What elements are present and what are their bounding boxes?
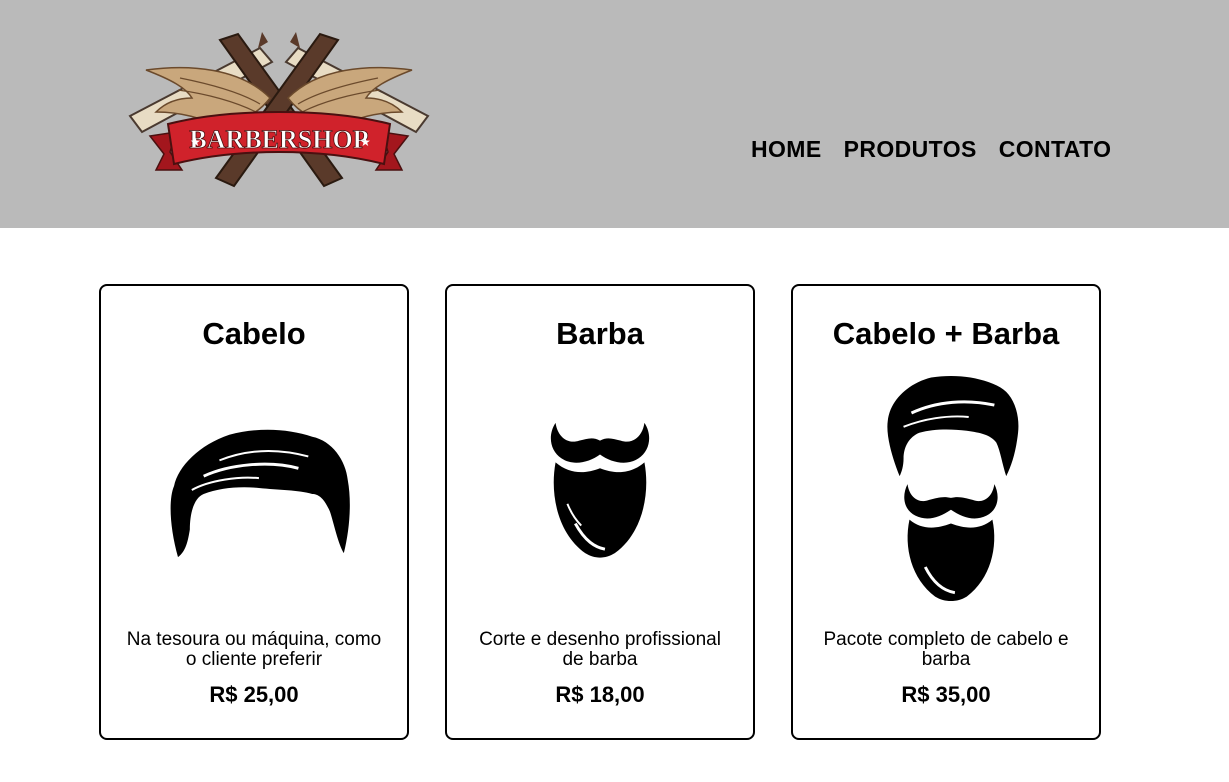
nav-contato-link[interactable]: CONTATO (988, 136, 1123, 163)
product-description: Corte e desenho profissional de barba (479, 629, 721, 670)
product-price: R$ 35,00 (901, 682, 991, 707)
hair-and-beard-icon (887, 375, 1019, 602)
product-title: Cabelo + Barba (832, 316, 1060, 351)
svg-text:★: ★ (190, 135, 201, 149)
nav-home-link[interactable]: HOME (740, 136, 833, 163)
product-description: Na tesoura ou máquina, como o cliente pr… (126, 629, 382, 670)
site-header: BARBERSHOP ★ ★ HOME PRODUTOS CONTATO (0, 0, 1229, 228)
beard-icon (550, 422, 650, 558)
main-nav: HOME PRODUTOS CONTATO (740, 136, 1122, 163)
product-title: Barba (556, 316, 644, 351)
logo-text: BARBERSHOP (189, 125, 368, 154)
svg-text:★: ★ (360, 135, 371, 149)
product-description: Pacote completo de cabelo e barba (823, 629, 1069, 670)
product-price: R$ 25,00 (209, 682, 299, 707)
product-price: R$ 18,00 (555, 682, 645, 707)
product-title: Cabelo (202, 316, 306, 351)
hair-icon (170, 429, 350, 558)
nav-produtos-link[interactable]: PRODUTOS (833, 136, 988, 163)
product-card-cabelo-barba[interactable]: Cabelo + Barba Pacote completo de cabelo… (791, 284, 1101, 740)
barbershop-logo-icon: BARBERSHOP ★ ★ (128, 32, 430, 188)
product-card-cabelo[interactable]: Cabelo Na tesoura ou máquina, como o cli… (99, 284, 409, 740)
product-card-barba[interactable]: Barba Corte e desenho profissional de ba… (445, 284, 755, 740)
